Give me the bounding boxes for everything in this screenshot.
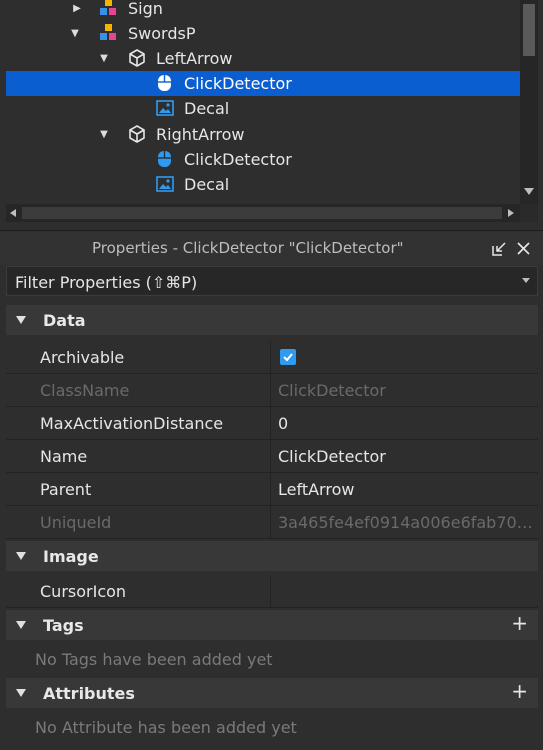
section-image[interactable]: Image <box>6 541 538 571</box>
tags-empty-message: No Tags have been added yet <box>6 643 538 676</box>
property-name: Parent <box>40 480 92 499</box>
tree-item-decal[interactable]: Decal <box>6 96 520 121</box>
section-attributes[interactable]: Attributes + <box>6 678 538 708</box>
column-divider <box>270 575 271 608</box>
property-row-archivable[interactable]: Archivable <box>6 341 538 374</box>
scrollbar-corner <box>520 204 538 222</box>
section-label: Attributes <box>43 683 135 703</box>
scrollbar-thumb[interactable] <box>523 4 535 56</box>
add-tag-plus-icon[interactable]: + <box>511 611 528 635</box>
tree-item-label: Decal <box>184 99 230 118</box>
tree-item-decal[interactable]: Decal <box>6 172 520 197</box>
properties-title: Properties - ClickDetector "ClickDetecto… <box>92 239 404 257</box>
tree-item-sign[interactable]: ▶ Sign <box>6 0 520 21</box>
tree-item-clickdetector-selected[interactable]: ClickDetector <box>6 71 520 96</box>
column-divider <box>270 374 271 407</box>
section-label: Image <box>43 546 99 566</box>
filter-properties-field[interactable] <box>6 266 538 296</box>
scroll-down-arrow-icon[interactable] <box>524 188 534 195</box>
close-icon[interactable] <box>515 240 531 256</box>
section-tags[interactable]: Tags + <box>6 610 538 640</box>
section-label: Data <box>43 310 86 330</box>
column-divider <box>270 440 271 473</box>
collapse-arrow-icon[interactable]: ▼ <box>68 27 82 41</box>
property-value[interactable]: ClickDetector <box>278 447 534 466</box>
part-icon <box>129 125 145 143</box>
property-value[interactable]: LeftArrow <box>278 480 534 499</box>
expand-arrow-icon[interactable]: ▶ <box>70 2 84 16</box>
tree-item-label: RightArrow <box>156 125 245 144</box>
tree-item-swordsp[interactable]: ▼ SwordsP <box>6 21 520 46</box>
property-row-uniqueid: UniqueId 3a465fe4ef0914a006e6fab7000… <box>6 506 538 539</box>
scroll-left-arrow-icon[interactable] <box>10 209 16 217</box>
click-detector-icon <box>158 75 171 91</box>
decal-icon <box>156 176 174 192</box>
property-value: 3a465fe4ef0914a006e6fab7000… <box>278 513 534 532</box>
collapse-arrow-icon[interactable]: ▼ <box>97 128 111 142</box>
empty-text: No Attribute has been added yet <box>35 718 297 737</box>
collapse-arrow-icon[interactable]: ▼ <box>97 52 111 66</box>
section-data[interactable]: Data <box>6 305 538 335</box>
property-name: CursorIcon <box>40 582 127 601</box>
column-divider <box>270 341 271 374</box>
collapse-arrow-icon[interactable] <box>16 621 26 629</box>
tree-item-label: Decal <box>184 175 230 194</box>
property-name: ClassName <box>40 381 130 400</box>
click-detector-icon <box>158 151 171 167</box>
column-divider <box>270 473 271 506</box>
scrollbar-thumb[interactable] <box>22 207 502 219</box>
property-name: Archivable <box>40 348 125 367</box>
properties-header: Properties - ClickDetector "ClickDetecto… <box>0 230 543 265</box>
property-row-classname: ClassName ClickDetector <box>6 374 538 407</box>
explorer-horizontal-scrollbar[interactable] <box>6 204 520 222</box>
tree-item-clickdetector[interactable]: ClickDetector <box>6 147 520 172</box>
property-value: ClickDetector <box>278 381 386 400</box>
property-name: UniqueId <box>40 513 112 532</box>
scroll-right-arrow-icon[interactable] <box>508 209 514 217</box>
tree-item-label: ClickDetector <box>184 74 292 93</box>
property-name: MaxActivationDistance <box>40 414 224 433</box>
filter-properties-input[interactable] <box>13 271 497 293</box>
property-row-parent[interactable]: Parent LeftArrow <box>6 473 538 506</box>
section-label: Tags <box>43 615 84 635</box>
property-value[interactable]: 0 <box>278 414 534 433</box>
dock-icon[interactable] <box>491 240 507 256</box>
explorer-vertical-scrollbar[interactable] <box>520 0 538 204</box>
tree-item-rightarrow[interactable]: ▼ RightArrow <box>6 122 520 147</box>
property-name: Name <box>40 447 88 466</box>
tree-item-label: ClickDetector <box>184 150 292 169</box>
explorer-panel: ▶ Sign ▼ SwordsP ▼ LeftArrow ClickDetect… <box>0 0 543 224</box>
attributes-empty-message: No Attribute has been added yet <box>6 711 538 744</box>
collapse-arrow-icon[interactable] <box>16 689 26 697</box>
column-divider <box>270 506 271 539</box>
collapse-arrow-icon[interactable] <box>16 316 26 324</box>
decal-icon <box>156 100 174 116</box>
model-icon <box>100 0 116 15</box>
part-icon <box>129 49 145 67</box>
tree-item-label: SwordsP <box>128 24 196 43</box>
column-divider <box>270 407 271 440</box>
property-row-cursoricon[interactable]: CursorIcon <box>6 575 538 608</box>
tree-item-leftarrow[interactable]: ▼ LeftArrow <box>6 46 520 71</box>
tree-item-label: LeftArrow <box>156 49 233 68</box>
tree-item-label: Sign <box>128 0 163 18</box>
chevron-down-icon[interactable] <box>522 278 530 283</box>
add-attribute-plus-icon[interactable]: + <box>511 679 528 703</box>
collapse-arrow-icon[interactable] <box>16 552 26 560</box>
empty-text: No Tags have been added yet <box>35 650 273 669</box>
model-icon <box>100 24 116 40</box>
property-row-maxactivationdistance[interactable]: MaxActivationDistance 0 <box>6 407 538 440</box>
property-row-name[interactable]: Name ClickDetector <box>6 440 538 473</box>
archivable-checkbox[interactable] <box>280 349 296 365</box>
